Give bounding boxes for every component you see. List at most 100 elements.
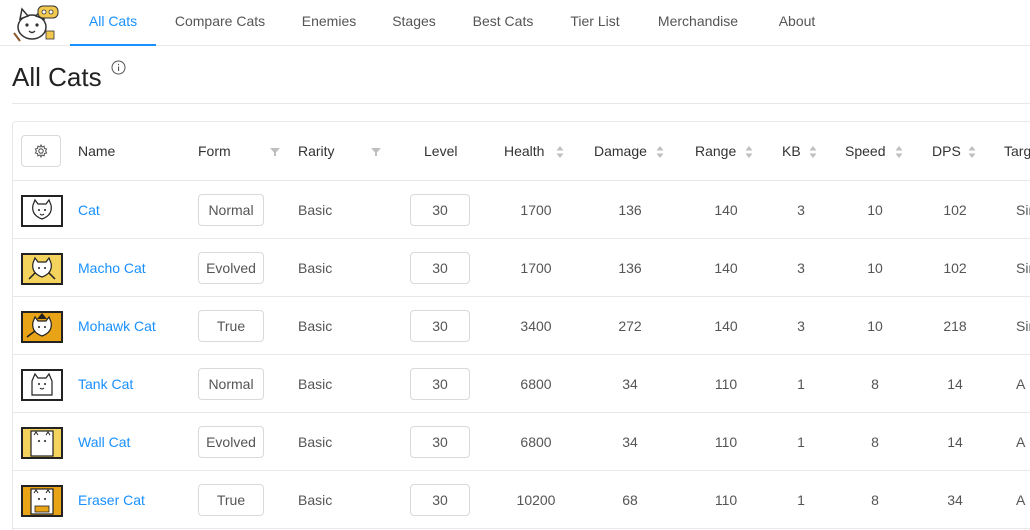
tab-best-cats[interactable]: Best Cats xyxy=(464,0,542,46)
kb-cell: 3 xyxy=(797,202,805,218)
header-speed[interactable]: Speed xyxy=(845,122,885,181)
cat-name-link[interactable]: Eraser Cat xyxy=(78,471,145,529)
table-row: Macho Cat Evolved Basic 1700 136 140 3 1… xyxy=(13,239,1030,297)
speed-cell: 8 xyxy=(871,492,879,508)
table-row: Tank Cat Normal Basic 6800 34 110 1 8 14… xyxy=(13,355,1030,413)
gear-icon xyxy=(34,144,48,158)
header-rarity[interactable]: Rarity xyxy=(298,122,335,181)
target-cell: Sir xyxy=(1016,318,1030,334)
speed-cell: 10 xyxy=(867,318,883,334)
sort-caret-icon[interactable] xyxy=(745,145,753,159)
level-input[interactable] xyxy=(410,368,470,400)
table-row: Mohawk Cat True Basic 3400 272 140 3 10 … xyxy=(13,297,1030,355)
kb-cell: 3 xyxy=(797,318,805,334)
range-cell: 140 xyxy=(714,260,738,276)
level-input[interactable] xyxy=(410,426,470,458)
cat-thumbnail xyxy=(21,485,63,517)
target-cell: A xyxy=(1016,376,1026,392)
range-cell: 110 xyxy=(714,376,738,392)
table-row: Wall Cat Evolved Basic 6800 34 110 1 8 1… xyxy=(13,413,1030,471)
range-cell: 110 xyxy=(714,434,738,450)
tab-merchandise[interactable]: Merchandise xyxy=(648,0,748,46)
filter-funnel-icon[interactable] xyxy=(371,147,381,157)
kb-cell: 1 xyxy=(797,376,805,392)
header-level: Level xyxy=(424,143,458,159)
damage-cell: 34 xyxy=(622,376,638,392)
table-row: Eraser Cat True Basic 10200 68 110 1 8 3… xyxy=(13,471,1030,529)
health-cell: 10200 xyxy=(516,492,556,508)
form-button[interactable]: Evolved xyxy=(198,252,264,284)
cats-table: Name Form Rarity Level Health Damage Ran… xyxy=(12,121,1030,530)
cat-name-link[interactable]: Wall Cat xyxy=(78,413,130,471)
column-settings-button[interactable] xyxy=(21,135,61,167)
speed-cell: 10 xyxy=(867,260,883,276)
table-row: Cat Normal Basic 1700 136 140 3 10 102 S… xyxy=(13,181,1030,239)
range-cell: 140 xyxy=(714,202,738,218)
dps-cell: 14 xyxy=(947,434,963,450)
header-name[interactable]: Name xyxy=(78,122,115,181)
header-damage[interactable]: Damage xyxy=(594,122,647,181)
dps-cell: 102 xyxy=(943,202,967,218)
form-button[interactable]: True xyxy=(198,310,264,342)
form-button[interactable]: Evolved xyxy=(198,426,264,458)
header-range[interactable]: Range xyxy=(695,122,736,181)
header-kb[interactable]: KB xyxy=(782,122,801,181)
tab-about[interactable]: About xyxy=(768,0,826,46)
target-cell: Sir xyxy=(1016,202,1030,218)
damage-cell: 272 xyxy=(618,318,642,334)
header-target[interactable]: Targ xyxy=(1004,122,1030,181)
cat-thumbnail xyxy=(21,369,63,401)
header-dps[interactable]: DPS xyxy=(932,122,961,181)
kb-cell: 1 xyxy=(797,492,805,508)
cat-name-link[interactable]: Macho Cat xyxy=(78,239,146,297)
tab-tier-list[interactable]: Tier List xyxy=(561,0,629,46)
rarity-cell: Basic xyxy=(298,260,333,276)
health-cell: 1700 xyxy=(520,202,552,218)
sort-caret-icon[interactable] xyxy=(809,145,817,159)
sort-caret-icon[interactable] xyxy=(968,145,976,159)
rarity-cell: Basic xyxy=(298,202,333,218)
speed-cell: 8 xyxy=(871,434,879,450)
health-cell: 6800 xyxy=(520,434,552,450)
sort-caret-icon[interactable] xyxy=(556,145,564,159)
cat-thumbnail xyxy=(21,427,63,459)
form-button[interactable]: Normal xyxy=(198,194,264,226)
dps-cell: 34 xyxy=(947,492,963,508)
level-input[interactable] xyxy=(410,310,470,342)
rarity-cell: Basic xyxy=(298,318,333,334)
damage-cell: 136 xyxy=(618,260,642,276)
header-form[interactable]: Form xyxy=(198,122,231,181)
tab-enemies[interactable]: Enemies xyxy=(293,0,365,46)
sort-caret-icon[interactable] xyxy=(656,145,664,159)
form-button[interactable]: True xyxy=(198,484,264,516)
damage-cell: 34 xyxy=(622,434,638,450)
cat-name-link[interactable]: Mohawk Cat xyxy=(78,297,156,355)
speed-cell: 10 xyxy=(867,202,883,218)
cat-thumbnail xyxy=(21,195,63,227)
sort-caret-icon[interactable] xyxy=(895,145,903,159)
header-health[interactable]: Health xyxy=(504,122,544,181)
kb-cell: 1 xyxy=(797,434,805,450)
info-icon[interactable] xyxy=(111,60,126,75)
level-input[interactable] xyxy=(410,252,470,284)
cat-name-link[interactable]: Cat xyxy=(78,181,100,239)
tab-stages[interactable]: Stages xyxy=(384,0,444,46)
form-button[interactable]: Normal xyxy=(198,368,264,400)
kb-cell: 3 xyxy=(797,260,805,276)
level-input[interactable] xyxy=(410,484,470,516)
speed-cell: 8 xyxy=(871,376,879,392)
tab-all-cats[interactable]: All Cats xyxy=(70,0,156,46)
cat-mascot-logo[interactable] xyxy=(8,3,64,43)
title-divider xyxy=(12,103,1030,104)
dps-cell: 102 xyxy=(943,260,967,276)
rarity-cell: Basic xyxy=(298,376,333,392)
level-input[interactable] xyxy=(410,194,470,226)
cat-thumbnail xyxy=(21,253,63,285)
range-cell: 140 xyxy=(714,318,738,334)
tab-compare-cats[interactable]: Compare Cats xyxy=(166,0,274,46)
cat-thumbnail xyxy=(21,311,63,343)
health-cell: 6800 xyxy=(520,376,552,392)
target-cell: Sir xyxy=(1016,260,1030,276)
filter-funnel-icon[interactable] xyxy=(270,147,280,157)
cat-name-link[interactable]: Tank Cat xyxy=(78,355,133,413)
